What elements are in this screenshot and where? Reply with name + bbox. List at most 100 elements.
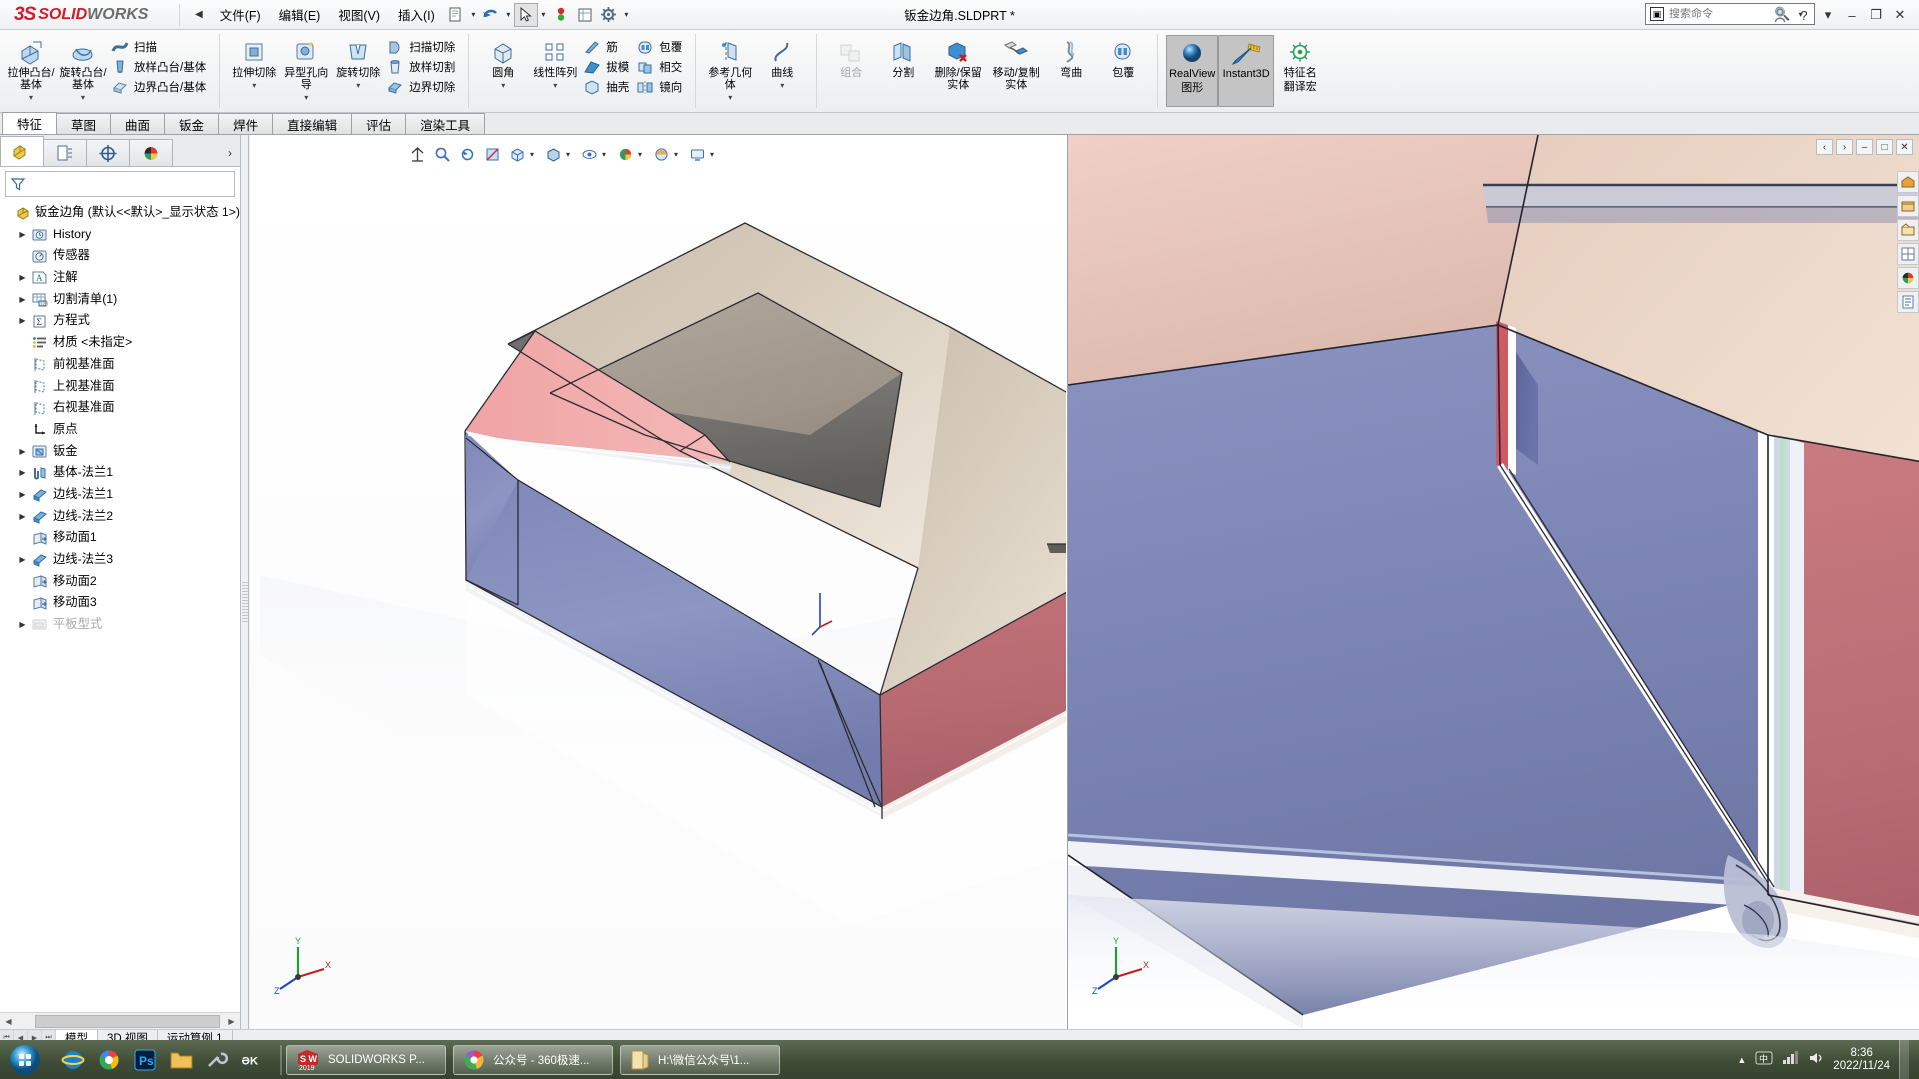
view-orientation-icon[interactable] <box>505 142 529 166</box>
combine-button[interactable]: 组合 <box>825 33 877 79</box>
chrome-icon[interactable] <box>96 1047 122 1073</box>
feature-manager-tab[interactable] <box>0 136 44 166</box>
taskbar-item-browser[interactable]: 公众号 - 360极速... <box>453 1044 613 1075</box>
boundary-cut-button[interactable]: 边界切除 <box>384 77 460 97</box>
view-settings-icon[interactable] <box>685 142 709 166</box>
extrude-boss-caret-icon[interactable]: ▾ <box>5 93 57 102</box>
taskbar-item-solidworks[interactable]: S W 2019 SOLIDWORKS P... <box>286 1044 446 1075</box>
fillet-caret-icon[interactable]: ▾ <box>477 81 529 90</box>
tree-item-6[interactable]: 材质 <未指定> <box>4 332 240 354</box>
linear-pattern-button[interactable]: 线性阵列 ▾ <box>529 33 581 90</box>
close-button[interactable]: ✕ <box>1889 3 1911 27</box>
new-doc-caret-icon[interactable]: ▾ <box>468 10 479 19</box>
select-caret-icon[interactable]: ▾ <box>538 10 549 19</box>
tab-evaluate[interactable]: 评估 <box>351 113 407 134</box>
tree-item-14[interactable]: ▶ 边线-法兰2 <box>4 506 240 528</box>
wrap2-button[interactable]: 包覆 <box>1097 33 1149 79</box>
help-icon[interactable]: ? <box>1793 3 1815 27</box>
loft-cut-button[interactable]: 放样切割 <box>384 57 460 77</box>
property-manager-tab[interactable] <box>43 139 87 166</box>
tool-icon[interactable] <box>204 1047 230 1073</box>
tray-network-icon[interactable] <box>1782 1050 1799 1069</box>
display-style-icon[interactable] <box>541 142 565 166</box>
tree-expand-arrow-icon[interactable]: ▶ <box>15 614 30 636</box>
fillet-button[interactable]: 圆角 ▾ <box>477 33 529 90</box>
scroll-thumb[interactable] <box>35 1014 220 1028</box>
scroll-left-icon[interactable]: ◀ <box>0 1017 17 1026</box>
curves-caret-icon[interactable]: ▾ <box>756 81 808 90</box>
new-document-icon[interactable] <box>444 3 468 27</box>
tree-item-8[interactable]: 上视基准面 <box>4 376 240 398</box>
tree-item-3[interactable]: ▶ A 注解 <box>4 267 240 289</box>
folder-icon[interactable] <box>168 1047 194 1073</box>
split-button[interactable]: 分割 <box>877 33 929 79</box>
viewport-right[interactable]: ‹ › – □ ✕ Y X Z <box>1067 135 1919 1029</box>
viewport-prev-button[interactable]: ‹ <box>1816 139 1833 155</box>
revolve-cut-caret-icon[interactable]: ▾ <box>332 81 384 90</box>
sweep-cut-button[interactable]: 扫描切除 <box>384 37 460 57</box>
file-explorer-icon[interactable] <box>1897 219 1919 241</box>
extrude-cut-button[interactable]: 拉伸切除 ▾ <box>228 33 280 90</box>
tree-item-17[interactable]: 移动面2 <box>4 571 240 593</box>
rebuild-icon[interactable] <box>549 3 573 27</box>
ok-icon[interactable]: ƏK <box>240 1047 266 1073</box>
viewport-close-button[interactable]: ✕ <box>1896 139 1913 155</box>
tree-item-9[interactable]: 右视基准面 <box>4 397 240 419</box>
tab-sheetmetal[interactable]: 钣金 <box>164 113 220 134</box>
graphics-area[interactable]: ▾ ▾ ▾ ▾ ▾ ▾ Y X Z ‹ › – □ ✕ Y X Z <box>250 135 1919 1029</box>
tree-item-16[interactable]: ▶ 边线-法兰3 <box>4 549 240 571</box>
help-caret-icon[interactable]: ▾ <box>1817 3 1839 27</box>
tab-render-tools[interactable]: 渲染工具 <box>405 113 486 134</box>
tree-expand-arrow-icon[interactable]: ▶ <box>15 484 30 506</box>
tree-item-7[interactable]: 前视基准面 <box>4 354 240 376</box>
tree-item-1[interactable]: ▶ History <box>4 224 240 246</box>
tab-features[interactable]: 特征 <box>2 112 58 134</box>
loft-boss-button[interactable]: 放样凸台/基体 <box>109 57 211 77</box>
options-caret-icon[interactable]: ▾ <box>621 10 632 19</box>
reference-geometry-button[interactable]: 参考几何体 ▾ <box>704 33 756 102</box>
zoom-to-fit-icon[interactable] <box>405 142 429 166</box>
tree-item-11[interactable]: ▶ 钣金 <box>4 441 240 463</box>
feature-name-macro-button[interactable]: 特征名 翻译宏 <box>1274 35 1326 93</box>
hole-wizard-caret-icon[interactable]: ▾ <box>280 93 332 102</box>
edit-appearance-icon[interactable] <box>613 142 637 166</box>
tree-item-10[interactable]: 原点 <box>4 419 240 441</box>
file-properties-icon[interactable] <box>573 3 597 27</box>
tree-filter-box[interactable] <box>5 171 235 197</box>
tab-surfaces[interactable]: 曲面 <box>110 113 166 134</box>
tree-expand-arrow-icon[interactable]: ▶ <box>15 289 30 311</box>
rib-button[interactable]: 筋 <box>581 37 634 57</box>
intersect-button[interactable]: 相交 <box>634 57 687 77</box>
viewport-next-button[interactable]: › <box>1836 139 1853 155</box>
configuration-manager-tab[interactable] <box>86 139 130 166</box>
options-gear-icon[interactable] <box>597 3 621 27</box>
view-palette-icon[interactable] <box>1897 243 1919 265</box>
tree-item-5[interactable]: ▶ Σ 方程式 <box>4 310 240 332</box>
hide-show-caret-icon[interactable]: ▾ <box>602 150 612 159</box>
solidworks-resources-icon[interactable] <box>1897 171 1919 193</box>
show-desktop-button[interactable] <box>1899 1040 1909 1079</box>
extrude-cut-caret-icon[interactable]: ▾ <box>228 81 280 90</box>
ie-icon[interactable] <box>60 1047 86 1073</box>
tab-direct-edit[interactable]: 直接编辑 <box>272 113 353 134</box>
delete-keep-body-button[interactable]: 删除/保留实体 <box>929 33 987 91</box>
draft-button[interactable]: 拔模 <box>581 57 634 77</box>
menu-insert[interactable]: 插入(I) <box>389 1 444 28</box>
menu-expand-icon[interactable]: ◀ <box>187 9 211 20</box>
tree-expand-arrow-icon[interactable]: ▶ <box>15 549 30 571</box>
appearances-scenes-icon[interactable] <box>1897 267 1919 289</box>
menu-file[interactable]: 文件(F) <box>211 1 270 28</box>
viewport-maximize-button[interactable]: □ <box>1876 139 1893 155</box>
previous-view-icon[interactable] <box>455 142 479 166</box>
tray-arrow-icon[interactable]: ▲ <box>1737 1055 1746 1065</box>
view-settings-caret-icon[interactable]: ▾ <box>710 150 720 159</box>
apply-scene-icon[interactable] <box>649 142 673 166</box>
photoshop-icon[interactable]: Ps <box>132 1047 158 1073</box>
reference-geometry-caret-icon[interactable]: ▾ <box>704 93 756 102</box>
extrude-boss-button[interactable]: 拉伸凸台/基体 ▾ <box>5 33 57 102</box>
revolve-boss-button[interactable]: 旋转凸台/基体 ▾ <box>57 33 109 102</box>
search-input[interactable] <box>1669 8 1769 20</box>
tab-sketch[interactable]: 草图 <box>56 113 112 134</box>
tree-expand-arrow-icon[interactable]: ▶ <box>15 462 30 484</box>
mirror-button[interactable]: 镜向 <box>634 77 687 97</box>
